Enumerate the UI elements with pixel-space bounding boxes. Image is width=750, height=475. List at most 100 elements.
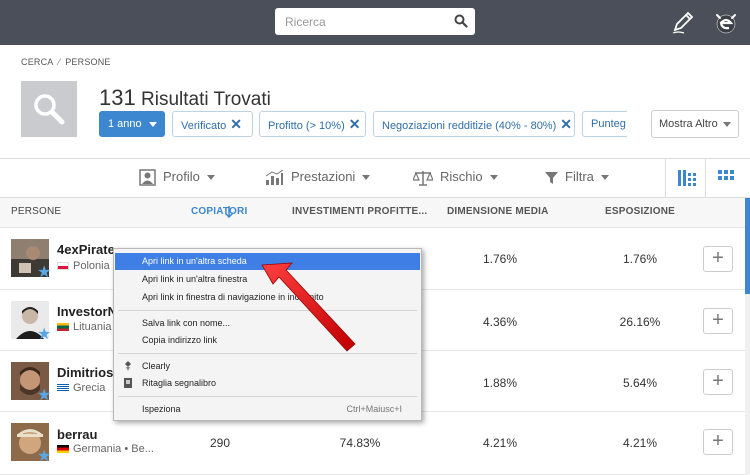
country-label: Lituania: [73, 321, 112, 333]
performance-label: Prestazioni: [291, 169, 356, 184]
magnifier-icon: [34, 94, 65, 125]
add-button[interactable]: +: [703, 369, 733, 395]
breadcrumb-persone[interactable]: PERSONE: [65, 57, 110, 67]
profile-dropdown[interactable]: Profilo: [139, 169, 215, 186]
trader-country: Germania • Be...: [57, 443, 154, 455]
add-button[interactable]: +: [703, 246, 733, 272]
menu-clearly[interactable]: Clearly: [115, 358, 420, 375]
search-result-icon: [21, 81, 77, 137]
chevron-down-icon: [600, 175, 609, 181]
chevron-down-icon: [489, 175, 498, 181]
flag-icon: [57, 384, 69, 393]
menu-open-incognito[interactable]: Apri link in finestra di navigazione in …: [115, 289, 420, 306]
filter-chip-score[interactable]: Punteg: [582, 111, 627, 137]
menu-inspect-shortcut: Ctrl+Maiusc+I: [346, 404, 402, 414]
profitable-trades-value: 74.83%: [339, 436, 381, 450]
trader-country: Polonia: [57, 260, 110, 272]
header-profitable-trades[interactable]: INVESTIMENTI PROFITTE...: [292, 206, 427, 217]
menu-open-new-window[interactable]: Apri link in un'altra finestra: [115, 271, 420, 288]
filter-chip-profit[interactable]: Profitto (> 10%) ✕: [259, 111, 366, 137]
menu-open-new-tab[interactable]: Apri link in un'altra scheda: [115, 253, 420, 270]
chevron-down-icon: [206, 175, 215, 181]
period-label: 1 anno: [108, 118, 142, 130]
filter-chip-trades[interactable]: Negoziazioni redditizie (40% - 80%) ✕: [373, 111, 575, 137]
avg-size-value: 1.76%: [482, 252, 518, 266]
bar-chart-icon: [265, 169, 284, 185]
top-bar: [0, 0, 750, 45]
search-box[interactable]: [275, 8, 475, 35]
etoro-logo[interactable]: [712, 9, 740, 37]
avg-size-value: 1.88%: [482, 376, 518, 390]
list-view-icon: [678, 170, 696, 186]
header-copiers[interactable]: COPIATORI: [191, 206, 247, 217]
trader-name[interactable]: Dimitrios: [57, 365, 113, 380]
exposure-value: 4.21%: [622, 436, 658, 450]
menu-inspect[interactable]: Ispeziona Ctrl+Maiusc+I: [115, 401, 420, 418]
star-icon: ★: [37, 387, 52, 404]
add-button[interactable]: +: [703, 429, 733, 455]
breadcrumb-cerca[interactable]: CERCA: [21, 57, 54, 67]
period-dropdown[interactable]: 1 anno: [99, 111, 165, 137]
menu-separator: [118, 353, 417, 354]
show-more-button[interactable]: Mostra Altro: [651, 110, 739, 138]
copiers-value: 290: [209, 436, 231, 450]
bookmark-icon: [124, 378, 132, 388]
performance-dropdown[interactable]: Prestazioni: [265, 169, 371, 186]
filter-dropdown[interactable]: Filtra: [545, 169, 609, 185]
filter-chip-label: Profitto (> 10%): [268, 120, 345, 132]
grid-view-icon: [718, 170, 734, 180]
filter-chip-verified[interactable]: Verificato ✕: [172, 111, 253, 137]
chevron-down-icon: [362, 175, 371, 181]
search-input[interactable]: [275, 8, 450, 35]
filter-toolbar: Profilo Prestazioni Rischio Filtra: [0, 159, 750, 197]
filter-chip-label: Verificato: [181, 120, 227, 132]
header-exposure[interactable]: ESPOSIZIONE: [605, 206, 675, 217]
flag-icon: [57, 323, 69, 332]
scrollbar-thumb[interactable]: [745, 198, 750, 294]
profile-icon: [139, 169, 156, 186]
menu-clearly-label: Clearly: [142, 361, 171, 371]
trader-name[interactable]: InvestorN: [57, 304, 117, 319]
header-people[interactable]: PERSONE: [11, 206, 61, 217]
add-button[interactable]: +: [703, 308, 733, 334]
risk-label: Rischio: [440, 169, 483, 184]
exposure-value: 1.76%: [622, 252, 658, 266]
pencil-icon[interactable]: [670, 9, 696, 35]
list-view-button[interactable]: [665, 159, 705, 197]
chevron-down-icon: [148, 121, 157, 127]
filter-label: Filtra: [565, 169, 594, 184]
flag-icon: [57, 262, 69, 271]
menu-clip-bookmark[interactable]: Ritaglia segnalibro: [115, 375, 420, 392]
country-label: Germania • Be...: [73, 443, 154, 455]
exposure-value: 5.64%: [622, 376, 658, 390]
context-menu: Apri link in un'altra scheda Apri link i…: [113, 248, 422, 421]
header-avg-size[interactable]: DIMENSIONE MEDIA: [447, 206, 549, 217]
close-icon[interactable]: ✕: [230, 116, 242, 132]
star-icon: ★: [37, 326, 52, 343]
page-title: 131 Risultati Trovati: [99, 85, 271, 111]
breadcrumb-separator: ⁄: [58, 57, 61, 67]
menu-separator: [118, 396, 417, 397]
results-count: 131: [99, 85, 136, 110]
close-icon[interactable]: ✕: [560, 116, 572, 132]
trader-name[interactable]: 4exPirate: [57, 242, 115, 257]
grid-view-button[interactable]: [705, 159, 750, 197]
country-label: Polonia: [73, 260, 110, 272]
sort-down-icon[interactable]: [225, 206, 233, 218]
menu-copy-link[interactable]: Copia indirizzo link: [115, 332, 420, 349]
clearly-icon: [125, 361, 131, 371]
star-icon: ★: [37, 264, 52, 281]
trader-name[interactable]: berrau: [57, 427, 97, 442]
flag-icon: [57, 445, 69, 454]
filter-chip-label: Negoziazioni redditizie (40% - 80%): [382, 120, 557, 132]
trader-country: Lituania: [57, 321, 112, 333]
menu-save-link[interactable]: Salva link con nome...: [115, 315, 420, 332]
menu-clip-bookmark-label: Ritaglia segnalibro: [142, 378, 217, 388]
search-icon[interactable]: [454, 14, 468, 28]
exposure-value: 26.16%: [619, 315, 661, 329]
risk-dropdown[interactable]: Rischio: [413, 169, 498, 186]
trader-country: Grecia: [57, 382, 105, 394]
close-icon[interactable]: ✕: [349, 116, 361, 132]
table-row[interactable]: ★ berrau Germania • Be... 290 74.83% 4.2…: [0, 412, 745, 475]
chevron-down-icon: [722, 121, 731, 127]
